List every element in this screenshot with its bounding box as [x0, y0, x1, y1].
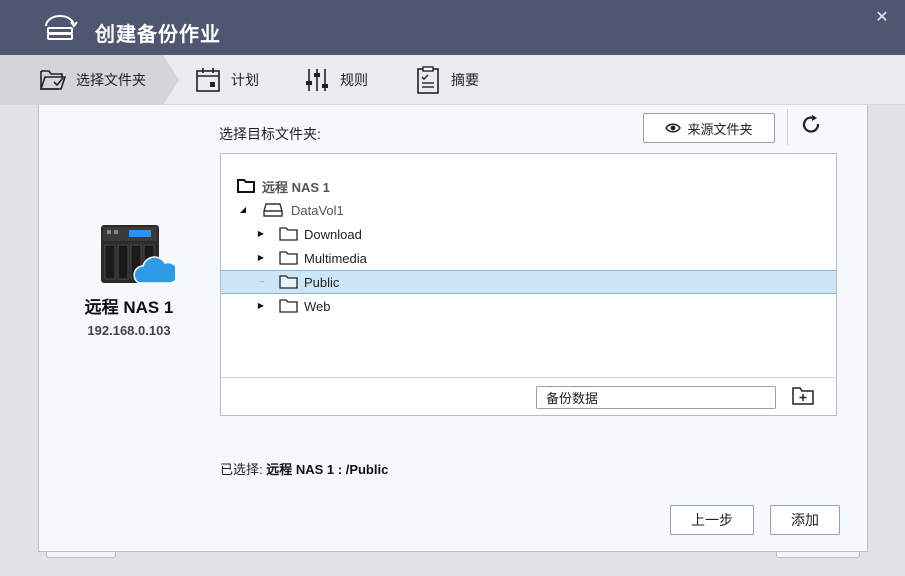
close-icon[interactable]: ✕ — [872, 8, 892, 28]
step-label: 摘要 — [451, 72, 479, 88]
eye-icon — [665, 123, 682, 133]
source-folder-button[interactable]: 来源文件夹 — [643, 113, 775, 143]
folder-select-icon — [39, 70, 67, 90]
expand-arrow-icon[interactable]: ▶ — [256, 253, 266, 263]
tree-volume[interactable]: ◢ DataVol1 — [221, 198, 836, 222]
folder-label: Web — [304, 298, 331, 314]
folder-icon — [279, 299, 298, 313]
step-label: 选择文件夹 — [76, 72, 146, 88]
back-button[interactable]: 上一步 — [670, 505, 754, 535]
checklist-icon — [417, 66, 439, 94]
selected-prefix: 已选择: — [220, 462, 263, 477]
refresh-icon[interactable] — [799, 113, 823, 137]
drive-icon — [263, 203, 283, 217]
create-backup-job-dialog: 创建备份作业 ✕ 选择文件夹 计划 规则 摘要 远程 NAS 1 192.168… — [0, 0, 905, 576]
backup-app-icon — [45, 15, 78, 40]
folder-label: Public — [304, 274, 340, 290]
folder-icon — [279, 251, 298, 265]
new-folder-icon[interactable] — [791, 385, 815, 407]
folder-tree: 远程 NAS 1 ◢ DataVol1 ▶ Download ▶ Multime… — [220, 153, 837, 416]
target-folder-label: 选择目标文件夹: — [219, 126, 321, 142]
nas-name: 远程 NAS 1 — [84, 298, 174, 317]
tree-folder-download[interactable]: ▶ Download — [221, 222, 836, 246]
new-folder-name-input[interactable] — [536, 386, 776, 409]
expand-arrow-icon[interactable]: ▶ — [256, 229, 266, 239]
folder-icon — [279, 275, 298, 289]
selected-path: 远程 NAS 1 : /Public — [266, 462, 389, 477]
source-folder-button-label: 来源文件夹 — [687, 121, 753, 137]
tree-folder-multimedia[interactable]: ▶ Multimedia — [221, 246, 836, 270]
new-folder-bar — [221, 377, 836, 415]
selected-path-line: 已选择: 远程 NAS 1 : /Public — [220, 459, 388, 478]
nas-info-panel: 远程 NAS 1 192.168.0.103 — [39, 105, 219, 552]
add-button[interactable]: 添加 — [770, 505, 840, 535]
sliders-icon — [306, 69, 328, 91]
nas-cloud-icon — [101, 225, 175, 284]
tree-folder-public[interactable]: – Public — [221, 270, 836, 294]
step-schedule[interactable]: 计划 — [193, 55, 259, 105]
step-label: 规则 — [340, 72, 368, 88]
tree-root-label: 远程 NAS 1 — [262, 179, 330, 195]
tree-root[interactable]: 远程 NAS 1 — [221, 174, 836, 198]
tree-volume-label: DataVol1 — [291, 202, 344, 218]
active-step-arrow — [163, 55, 179, 105]
folder-filled-icon — [237, 179, 255, 193]
expand-arrow-icon[interactable]: ▶ — [256, 301, 266, 311]
wizard-steps: 选择文件夹 计划 规则 摘要 — [0, 55, 905, 105]
folder-label: Download — [304, 226, 362, 242]
toolbar-divider — [787, 109, 788, 145]
nas-ip: 192.168.0.103 — [87, 323, 171, 338]
step-label: 计划 — [231, 72, 259, 88]
dialog-title: 创建备份作业 — [95, 24, 221, 46]
tree-line: – — [259, 277, 265, 286]
collapse-arrow-icon[interactable]: ◢ — [238, 205, 248, 215]
folder-label: Multimedia — [304, 250, 367, 266]
dialog-titlebar: 创建备份作业 ✕ — [0, 0, 905, 55]
tree-folder-web[interactable]: ▶ Web — [221, 294, 836, 318]
step-summary[interactable]: 摘要 — [413, 55, 479, 105]
calendar-icon — [196, 68, 220, 92]
step-rules[interactable]: 规则 — [302, 55, 368, 105]
step-select-folder[interactable]: 选择文件夹 — [0, 55, 163, 105]
folder-icon — [279, 227, 298, 241]
dialog-content: 远程 NAS 1 192.168.0.103 选择目标文件夹: 来源文件夹 远程… — [38, 105, 868, 552]
